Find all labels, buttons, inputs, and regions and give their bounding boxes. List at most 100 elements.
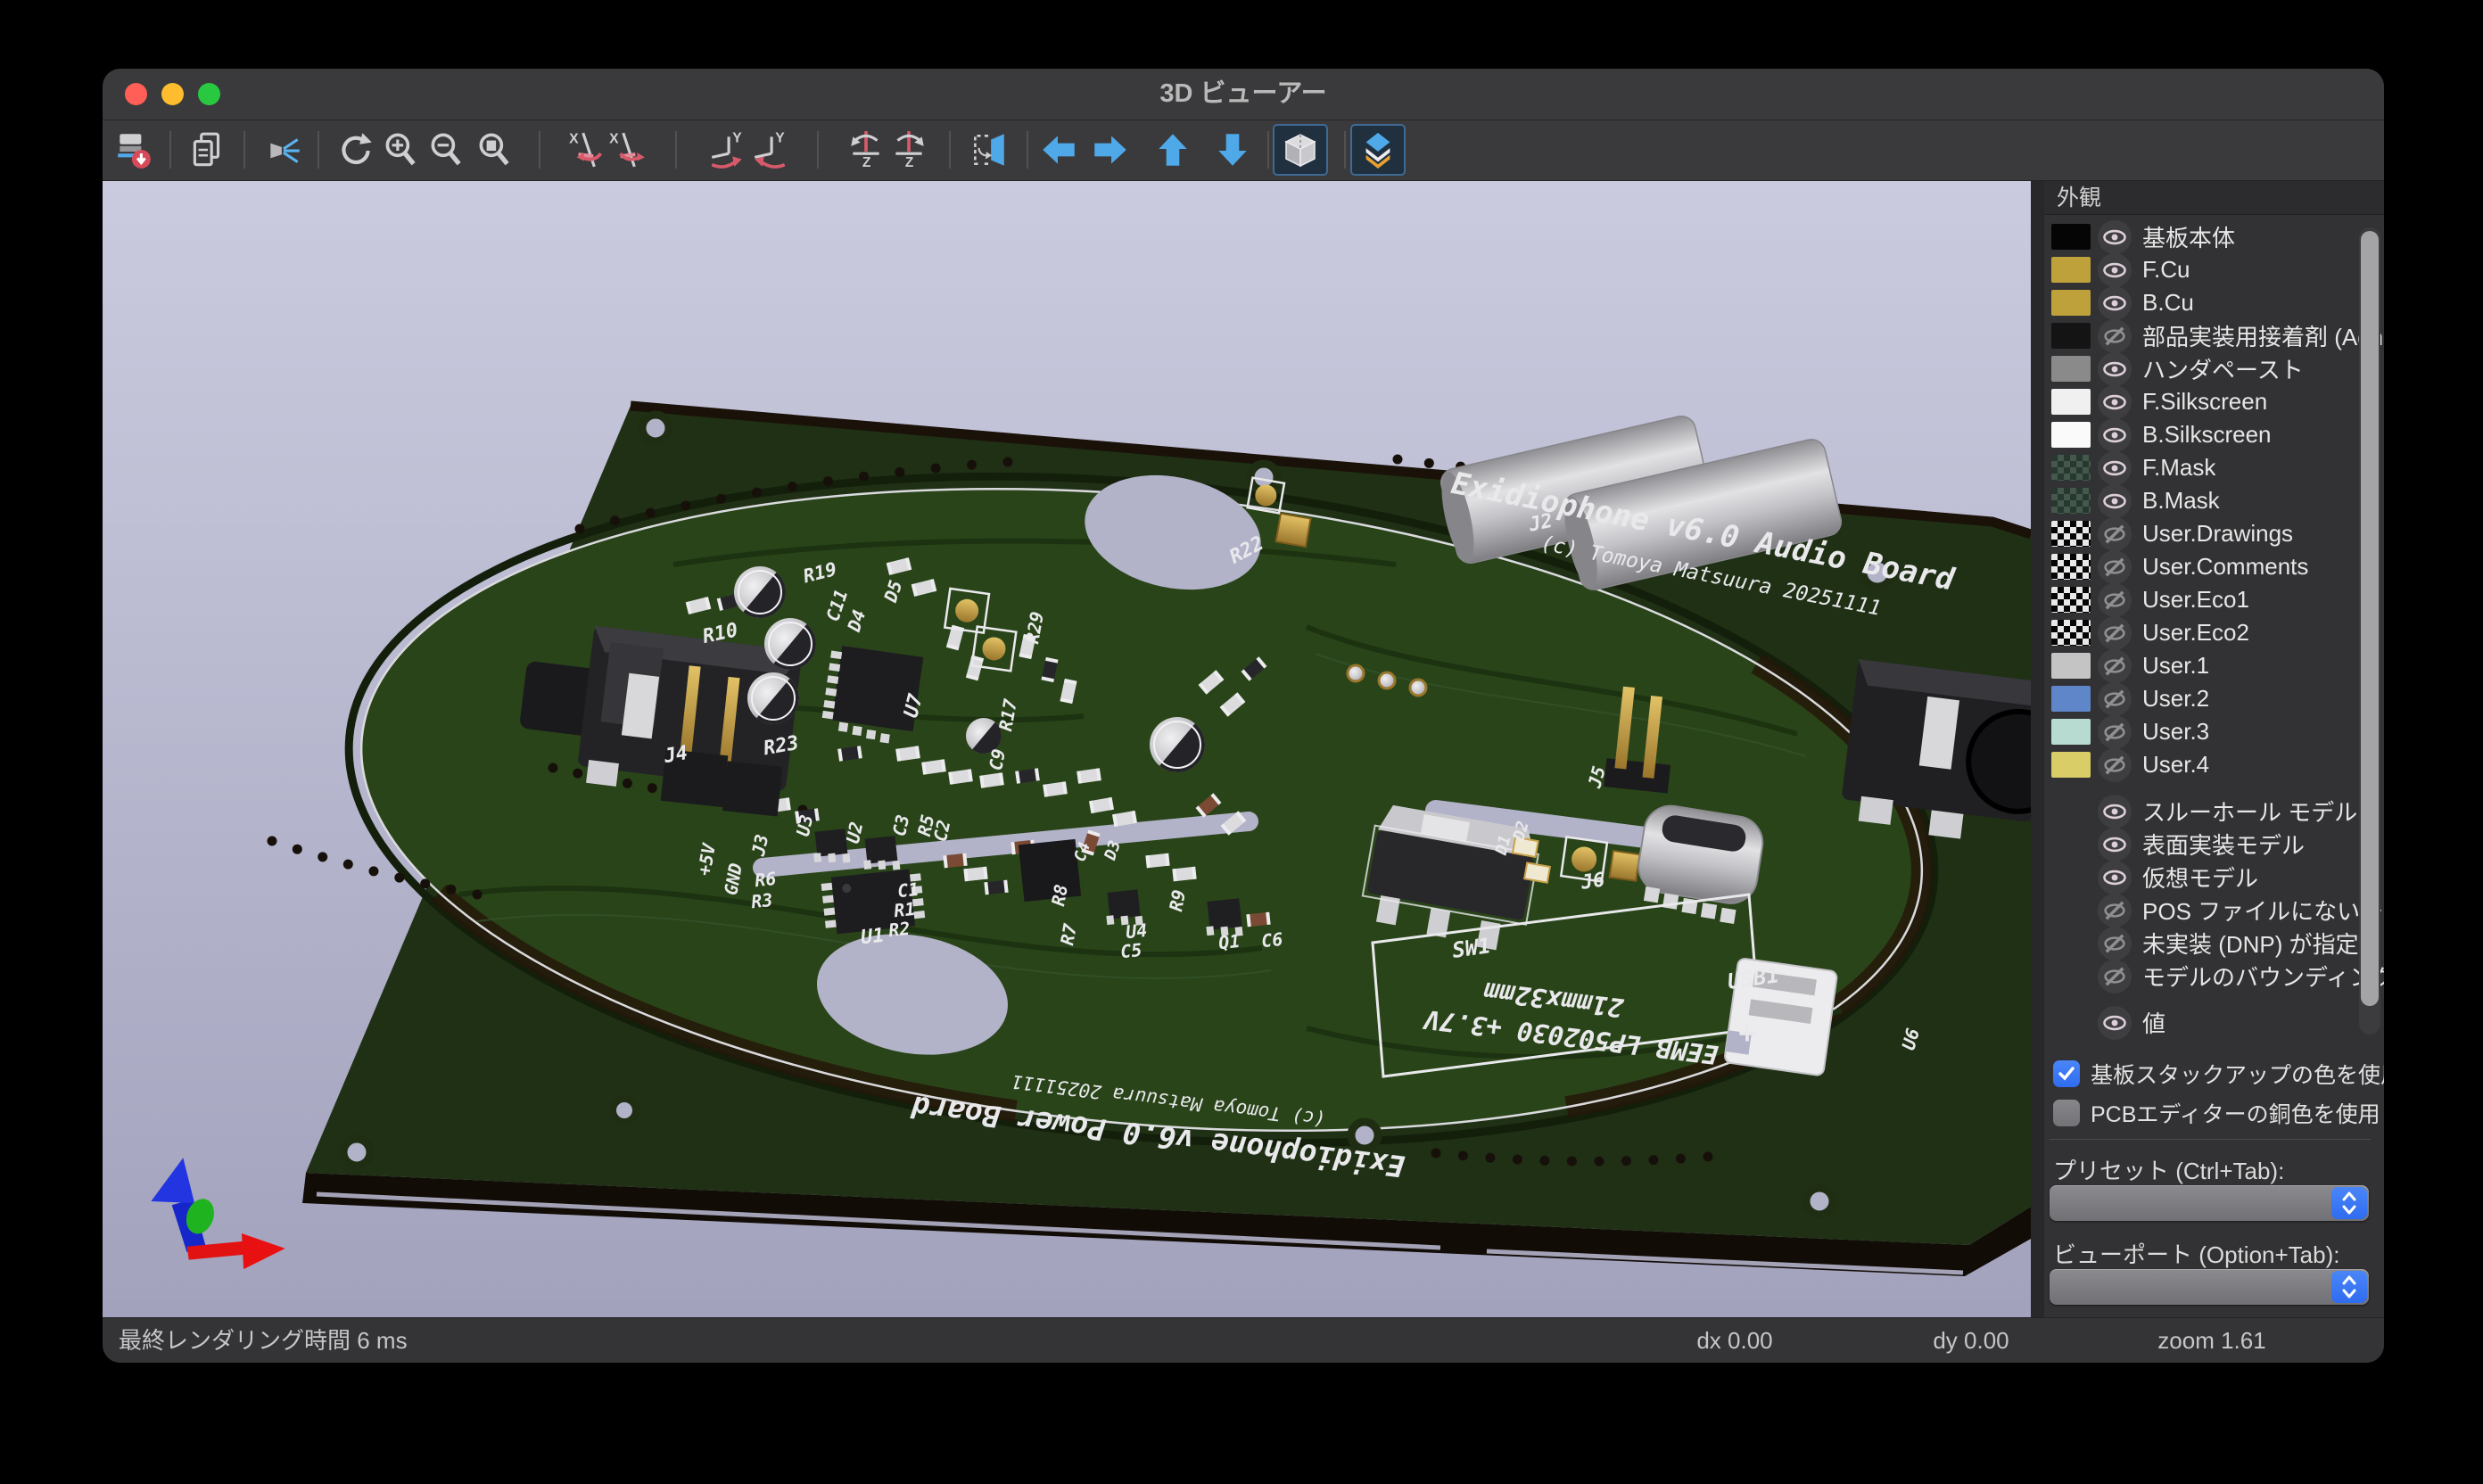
layer-row: User.3	[2044, 715, 2384, 748]
visibility-eye-off-icon[interactable]	[2098, 517, 2132, 551]
preset-dropdown[interactable]	[2050, 1185, 2369, 1221]
layer-color-swatch[interactable]	[2051, 554, 2091, 580]
checkbox-label: 基板スタックアップの色を使用	[2091, 1058, 2384, 1090]
pan-left-button[interactable]	[1035, 127, 1082, 173]
layer-color-swatch[interactable]	[2051, 455, 2091, 481]
titlebar[interactable]: 3D ビューアー	[103, 69, 2384, 120]
visibility-eye-off-icon[interactable]	[2098, 583, 2132, 617]
flip-board-button[interactable]	[965, 127, 1011, 173]
visibility-eye-off-icon[interactable]	[2098, 616, 2132, 650]
visibility-eye-icon[interactable]	[2098, 352, 2132, 386]
visibility-eye-icon[interactable]	[2098, 418, 2132, 452]
zoom-out-button[interactable]	[423, 127, 469, 173]
layer-color-swatch[interactable]	[2051, 257, 2091, 283]
visibility-eye-icon[interactable]	[2098, 220, 2132, 254]
pan-right-button[interactable]	[1087, 127, 1134, 173]
visibility-eye-icon[interactable]	[2098, 385, 2132, 419]
visibility-eye-icon[interactable]	[2098, 253, 2132, 287]
layer-color-swatch[interactable]	[2051, 587, 2091, 613]
rotate-x-cw-button[interactable]: X	[605, 127, 651, 173]
rotate-y-cw-button[interactable]: Y	[747, 127, 793, 173]
zoom-fit-button[interactable]	[471, 127, 517, 173]
layer-color-swatch[interactable]	[2051, 653, 2091, 679]
layer-label: スルーホール モデル	[2142, 795, 2357, 828]
pan-down-button[interactable]	[1209, 127, 1256, 173]
layer-label: B.Mask	[2142, 487, 2220, 515]
visibility-eye-off-icon[interactable]	[2098, 319, 2132, 353]
copy-image-button[interactable]	[185, 127, 231, 173]
layer-color-swatch[interactable]	[2051, 356, 2091, 382]
layer-color-swatch[interactable]	[2051, 752, 2091, 778]
layer-list-scrollbar[interactable]	[2359, 227, 2380, 1035]
scrollbar-thumb[interactable]	[2361, 231, 2379, 1006]
silkscreen-ref: C9	[985, 747, 1010, 772]
visibility-eye-icon[interactable]	[2098, 795, 2132, 829]
svg-text:X: X	[609, 132, 619, 147]
visibility-eye-icon[interactable]	[2098, 828, 2132, 862]
rotate-y-cw-icon: Y	[749, 129, 790, 170]
visibility-eye-icon[interactable]	[2098, 451, 2132, 485]
orthographic-projection-toggle[interactable]	[1273, 124, 1328, 176]
layer-label: F.Silkscreen	[2142, 388, 2267, 416]
checkbox-icon[interactable]	[2053, 1100, 2080, 1126]
zoom-in-button[interactable]	[377, 127, 424, 173]
dropdown-stepper-icon[interactable]	[2331, 1187, 2367, 1219]
dropdown-stepper-icon[interactable]	[2331, 1271, 2367, 1303]
layer-label: User.2	[2142, 685, 2209, 713]
pcb-3d-viewport[interactable]: R19C11D4D5R10R23J4U7R29R17C9R22J2J5SW1D1…	[103, 181, 2031, 1317]
layer-row: F.Mask	[2044, 451, 2384, 484]
visibility-eye-icon[interactable]	[2098, 1006, 2132, 1040]
use-pcb-copper-colors-checkbox[interactable]: PCBエディターの銅色を使用	[2053, 1098, 2380, 1128]
rotate-y-ccw-button[interactable]: Y	[704, 127, 750, 173]
visibility-eye-off-icon[interactable]	[2098, 682, 2132, 716]
pan-up-button[interactable]	[1150, 127, 1196, 173]
visibility-eye-off-icon[interactable]	[2098, 649, 2132, 683]
layer-visibility-list: 基板本体F.CuB.Cu部品実装用接着剤 (AdhハンダペーストF.Silksc…	[2044, 220, 2384, 1044]
svg-text:Z: Z	[862, 155, 871, 170]
appearance-panel-toggle[interactable]	[1350, 124, 1406, 176]
layer-color-swatch[interactable]	[2051, 290, 2091, 316]
visibility-eye-off-icon[interactable]	[2098, 894, 2132, 928]
layer-color-swatch[interactable]	[2051, 686, 2091, 712]
visibility-eye-icon[interactable]	[2098, 286, 2132, 320]
layer-color-swatch[interactable]	[2051, 323, 2091, 349]
layer-color-swatch[interactable]	[2051, 389, 2091, 415]
zoom-in-icon	[380, 129, 421, 170]
layer-label: 部品実装用接着剤 (Adh	[2142, 319, 2383, 352]
visibility-eye-off-icon[interactable]	[2098, 927, 2132, 960]
visibility-eye-off-icon[interactable]	[2098, 550, 2132, 584]
layer-color-swatch[interactable]	[2051, 521, 2091, 547]
use-stackup-colors-checkbox[interactable]: 基板スタックアップの色を使用	[2053, 1059, 2384, 1089]
model-row: POS ファイルにないモ	[2044, 894, 2384, 927]
visibility-eye-off-icon[interactable]	[2098, 748, 2132, 782]
layer-label: User.Drawings	[2142, 520, 2293, 548]
panel-splitter[interactable]	[2031, 181, 2044, 1317]
reload-board-button[interactable]	[111, 127, 157, 173]
viewport-dropdown[interactable]	[2050, 1269, 2369, 1305]
layer-color-swatch[interactable]	[2051, 488, 2091, 514]
pcb-3d-scene[interactable]: R19C11D4D5R10R23J4U7R29R17C9R22J2J5SW1D1…	[103, 181, 2031, 1317]
silkscreen-ref: R2	[887, 918, 911, 941]
rotate-z-ccw-button[interactable]: Z	[843, 127, 889, 173]
layer-color-swatch[interactable]	[2051, 719, 2091, 745]
silkscreen-ref: J4	[662, 742, 689, 768]
refresh-view-button[interactable]	[332, 127, 378, 173]
visibility-eye-off-icon[interactable]	[2098, 715, 2132, 749]
layer-color-swatch[interactable]	[2051, 422, 2091, 448]
layer-row: B.Cu	[2044, 286, 2384, 319]
toolbar: X X Y	[103, 120, 2384, 181]
layer-row: ハンダペースト	[2044, 352, 2384, 385]
arrow-right-icon	[1090, 129, 1131, 170]
raytracing-render-button[interactable]	[261, 127, 308, 173]
layer-color-swatch[interactable]	[2051, 620, 2091, 646]
visibility-eye-icon[interactable]	[2098, 861, 2132, 895]
appearance-panel-header: 外観	[2044, 181, 2384, 215]
checkbox-icon[interactable]	[2053, 1060, 2080, 1087]
layer-color-swatch[interactable]	[2051, 224, 2091, 250]
rotate-z-cw-button[interactable]: Z	[886, 127, 932, 173]
model-row: 仮想モデル	[2044, 861, 2384, 894]
visibility-eye-icon[interactable]	[2098, 484, 2132, 518]
visibility-eye-off-icon[interactable]	[2098, 960, 2132, 993]
layer-row: User.1	[2044, 649, 2384, 682]
silkscreen-ref: U1	[860, 925, 886, 950]
